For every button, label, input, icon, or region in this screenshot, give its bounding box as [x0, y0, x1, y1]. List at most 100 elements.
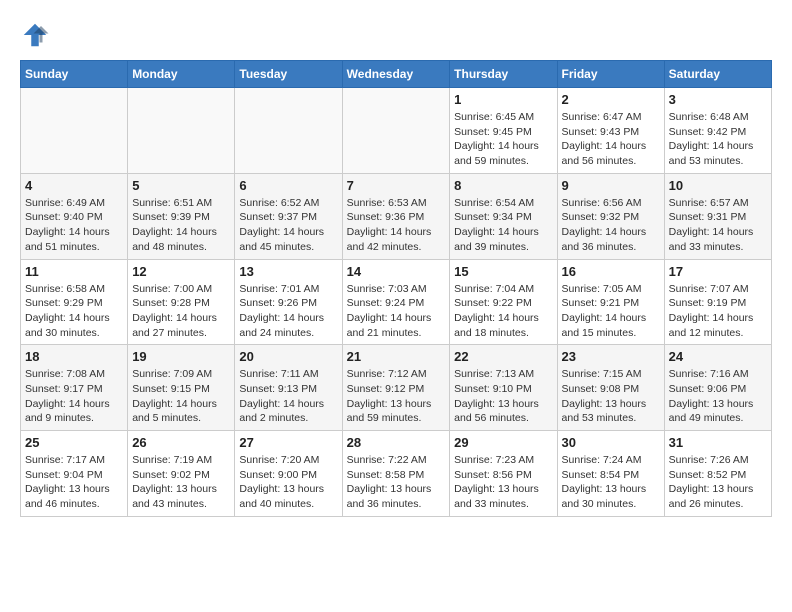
day-number: 30	[562, 435, 660, 450]
day-number: 10	[669, 178, 767, 193]
calendar-cell: 10 Sunrise: 6:57 AMSunset: 9:31 PMDayligh…	[664, 173, 771, 259]
calendar-cell: 15 Sunrise: 7:04 AMSunset: 9:22 PMDayligh…	[450, 259, 557, 345]
day-info: Sunrise: 7:17 AMSunset: 9:04 PMDaylight:…	[25, 453, 123, 512]
calendar-cell: 24 Sunrise: 7:16 AMSunset: 9:06 PMDayligh…	[664, 345, 771, 431]
day-info: Sunrise: 7:08 AMSunset: 9:17 PMDaylight:…	[25, 367, 123, 426]
day-info: Sunrise: 7:12 AMSunset: 9:12 PMDaylight:…	[347, 367, 446, 426]
day-info: Sunrise: 7:09 AMSunset: 9:15 PMDaylight:…	[132, 367, 230, 426]
calendar-week-5: 25 Sunrise: 7:17 AMSunset: 9:04 PMDayligh…	[21, 431, 772, 517]
calendar-cell: 18 Sunrise: 7:08 AMSunset: 9:17 PMDayligh…	[21, 345, 128, 431]
day-number: 27	[239, 435, 337, 450]
day-info: Sunrise: 6:57 AMSunset: 9:31 PMDaylight:…	[669, 196, 767, 255]
day-number: 19	[132, 349, 230, 364]
calendar-week-4: 18 Sunrise: 7:08 AMSunset: 9:17 PMDayligh…	[21, 345, 772, 431]
calendar-cell: 19 Sunrise: 7:09 AMSunset: 9:15 PMDayligh…	[128, 345, 235, 431]
day-info: Sunrise: 6:48 AMSunset: 9:42 PMDaylight:…	[669, 110, 767, 169]
day-info: Sunrise: 7:04 AMSunset: 9:22 PMDaylight:…	[454, 282, 552, 341]
calendar-cell: 25 Sunrise: 7:17 AMSunset: 9:04 PMDayligh…	[21, 431, 128, 517]
day-number: 9	[562, 178, 660, 193]
day-info: Sunrise: 7:22 AMSunset: 8:58 PMDaylight:…	[347, 453, 446, 512]
calendar-cell: 12 Sunrise: 7:00 AMSunset: 9:28 PMDayligh…	[128, 259, 235, 345]
day-number: 22	[454, 349, 552, 364]
calendar-cell: 23 Sunrise: 7:15 AMSunset: 9:08 PMDayligh…	[557, 345, 664, 431]
logo-icon	[20, 20, 50, 50]
calendar-cell: 3 Sunrise: 6:48 AMSunset: 9:42 PMDaylight…	[664, 88, 771, 174]
calendar-cell: 13 Sunrise: 7:01 AMSunset: 9:26 PMDayligh…	[235, 259, 342, 345]
day-info: Sunrise: 7:15 AMSunset: 9:08 PMDaylight:…	[562, 367, 660, 426]
day-number: 29	[454, 435, 552, 450]
day-number: 12	[132, 264, 230, 279]
day-info: Sunrise: 7:24 AMSunset: 8:54 PMDaylight:…	[562, 453, 660, 512]
weekday-header-saturday: Saturday	[664, 61, 771, 88]
calendar-cell: 28 Sunrise: 7:22 AMSunset: 8:58 PMDayligh…	[342, 431, 450, 517]
day-info: Sunrise: 7:16 AMSunset: 9:06 PMDaylight:…	[669, 367, 767, 426]
day-number: 4	[25, 178, 123, 193]
day-info: Sunrise: 7:23 AMSunset: 8:56 PMDaylight:…	[454, 453, 552, 512]
calendar-cell: 14 Sunrise: 7:03 AMSunset: 9:24 PMDayligh…	[342, 259, 450, 345]
weekday-header-sunday: Sunday	[21, 61, 128, 88]
calendar-cell: 2Sunrise: 6:47 AMSunset: 9:43 PMDaylight…	[557, 88, 664, 174]
day-info: Sunrise: 7:01 AMSunset: 9:26 PMDaylight:…	[239, 282, 337, 341]
calendar-cell: 17Sunrise: 7:07 AMSunset: 9:19 PMDayligh…	[664, 259, 771, 345]
day-number: 15	[454, 264, 552, 279]
calendar-cell: 8 Sunrise: 6:54 AMSunset: 9:34 PMDaylight…	[450, 173, 557, 259]
day-info: Sunrise: 6:54 AMSunset: 9:34 PMDaylight:…	[454, 196, 552, 255]
weekday-header-wednesday: Wednesday	[342, 61, 450, 88]
day-number: 28	[347, 435, 446, 450]
calendar-cell: 11 Sunrise: 6:58 AMSunset: 9:29 PMDayligh…	[21, 259, 128, 345]
day-info: Sunrise: 6:58 AMSunset: 9:29 PMDaylight:…	[25, 282, 123, 341]
day-number: 17	[669, 264, 767, 279]
day-info: Sunrise: 6:52 AMSunset: 9:37 PMDaylight:…	[239, 196, 337, 255]
day-number: 21	[347, 349, 446, 364]
calendar-cell: 21 Sunrise: 7:12 AMSunset: 9:12 PMDayligh…	[342, 345, 450, 431]
calendar-cell: 27 Sunrise: 7:20 AMSunset: 9:00 PMDayligh…	[235, 431, 342, 517]
calendar-cell: 4 Sunrise: 6:49 AMSunset: 9:40 PMDaylight…	[21, 173, 128, 259]
calendar-week-2: 4 Sunrise: 6:49 AMSunset: 9:40 PMDaylight…	[21, 173, 772, 259]
day-number: 16	[562, 264, 660, 279]
day-number: 7	[347, 178, 446, 193]
calendar-cell: 26 Sunrise: 7:19 AMSunset: 9:02 PMDayligh…	[128, 431, 235, 517]
day-number: 23	[562, 349, 660, 364]
calendar-cell: 22 Sunrise: 7:13 AMSunset: 9:10 PMDayligh…	[450, 345, 557, 431]
day-number: 24	[669, 349, 767, 364]
calendar-cell: 1Sunrise: 6:45 AMSunset: 9:45 PMDaylight…	[450, 88, 557, 174]
calendar-cell: 31Sunrise: 7:26 AMSunset: 8:52 PMDayligh…	[664, 431, 771, 517]
calendar-cell: 20 Sunrise: 7:11 AMSunset: 9:13 PMDayligh…	[235, 345, 342, 431]
day-number: 13	[239, 264, 337, 279]
day-number: 14	[347, 264, 446, 279]
day-number: 5	[132, 178, 230, 193]
day-info: Sunrise: 7:03 AMSunset: 9:24 PMDaylight:…	[347, 282, 446, 341]
day-info: Sunrise: 7:19 AMSunset: 9:02 PMDaylight:…	[132, 453, 230, 512]
calendar-cell	[342, 88, 450, 174]
day-number: 18	[25, 349, 123, 364]
day-info: Sunrise: 7:11 AMSunset: 9:13 PMDaylight:…	[239, 367, 337, 426]
weekday-header-monday: Monday	[128, 61, 235, 88]
calendar-table: SundayMondayTuesdayWednesdayThursdayFrid…	[20, 60, 772, 517]
calendar-cell: 6 Sunrise: 6:52 AMSunset: 9:37 PMDaylight…	[235, 173, 342, 259]
calendar-cell	[235, 88, 342, 174]
weekday-header-friday: Friday	[557, 61, 664, 88]
day-number: 11	[25, 264, 123, 279]
day-number: 26	[132, 435, 230, 450]
day-number: 25	[25, 435, 123, 450]
day-number: 3	[669, 92, 767, 107]
day-number: 1	[454, 92, 552, 107]
page-header	[20, 20, 772, 50]
logo	[20, 20, 56, 50]
day-info: Sunrise: 7:26 AMSunset: 8:52 PMDaylight:…	[669, 453, 767, 512]
day-number: 20	[239, 349, 337, 364]
calendar-cell	[21, 88, 128, 174]
day-number: 6	[239, 178, 337, 193]
calendar-cell: 29 Sunrise: 7:23 AMSunset: 8:56 PMDayligh…	[450, 431, 557, 517]
day-number: 8	[454, 178, 552, 193]
day-info: Sunrise: 7:00 AMSunset: 9:28 PMDaylight:…	[132, 282, 230, 341]
calendar-header: SundayMondayTuesdayWednesdayThursdayFrid…	[21, 61, 772, 88]
weekday-header-tuesday: Tuesday	[235, 61, 342, 88]
day-info: Sunrise: 6:49 AMSunset: 9:40 PMDaylight:…	[25, 196, 123, 255]
weekday-header-thursday: Thursday	[450, 61, 557, 88]
day-info: Sunrise: 6:51 AMSunset: 9:39 PMDaylight:…	[132, 196, 230, 255]
day-info: Sunrise: 6:53 AMSunset: 9:36 PMDaylight:…	[347, 196, 446, 255]
day-info: Sunrise: 7:20 AMSunset: 9:00 PMDaylight:…	[239, 453, 337, 512]
day-info: Sunrise: 7:13 AMSunset: 9:10 PMDaylight:…	[454, 367, 552, 426]
calendar-week-3: 11 Sunrise: 6:58 AMSunset: 9:29 PMDayligh…	[21, 259, 772, 345]
